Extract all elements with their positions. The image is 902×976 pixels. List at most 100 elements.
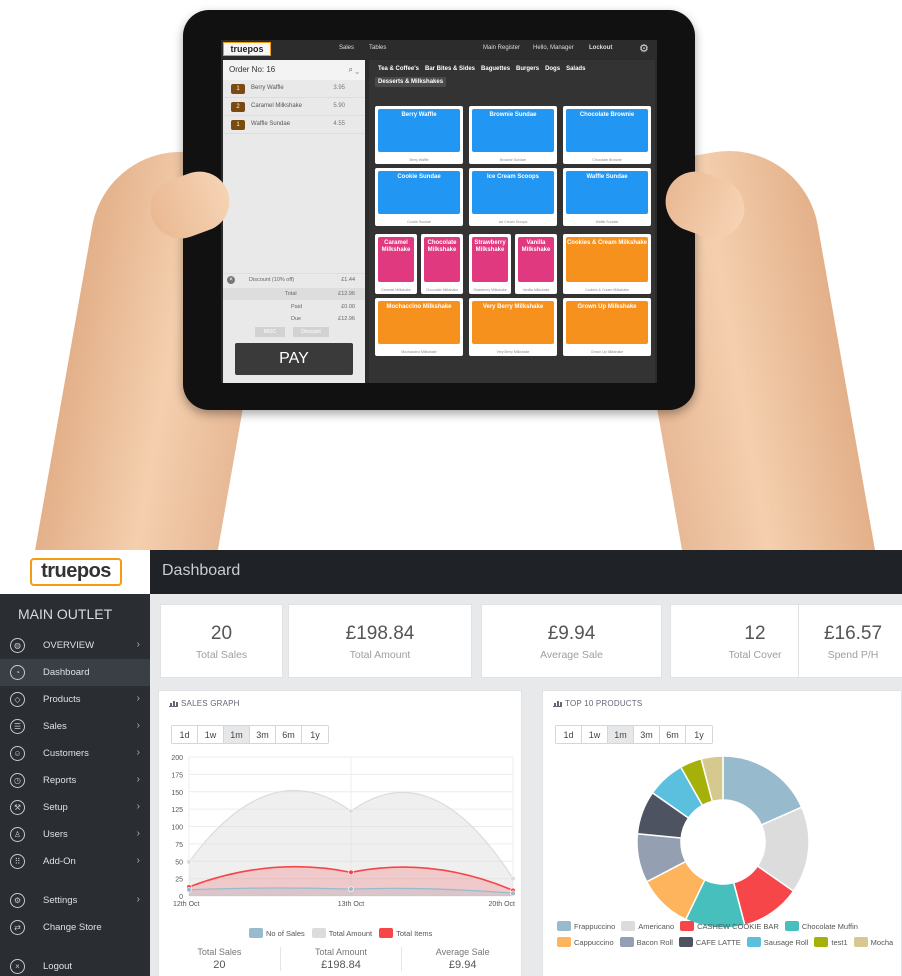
sidebar-item-label: Setup bbox=[43, 802, 68, 813]
sidebar-item-users[interactable]: ♙ Users › bbox=[0, 821, 150, 848]
summary-total-sales: Total Sales 20 bbox=[159, 947, 281, 971]
tablet-product-tile: Very Berry Milkshake Very Berry Milkshake bbox=[469, 298, 557, 356]
tablet-product-tile: Chocolate Brownie Chocolate Brownie bbox=[563, 106, 651, 164]
shuffle-icon: ⇄ bbox=[10, 920, 25, 935]
tablet-tile-caption: Very Berry Milkshake bbox=[496, 350, 530, 354]
stat-card-total-amount: £198.84 Total Amount bbox=[288, 604, 472, 678]
sidebar-item-label: Settings bbox=[43, 895, 78, 906]
outlet-name: MAIN OUTLET bbox=[18, 606, 113, 622]
range-6m-button[interactable]: 6m bbox=[276, 726, 302, 743]
speedometer-icon: ◔ bbox=[10, 665, 25, 680]
sidebar-item-logout[interactable]: × Logout bbox=[0, 953, 150, 976]
range-6m-button[interactable]: 6m bbox=[660, 726, 686, 743]
tablet-tile-label: Caramel Milkshake bbox=[378, 237, 414, 282]
tablet-product-tile: Vanilla Milkshake Vanilla Milkshake bbox=[515, 234, 557, 294]
tablet-screen: truepos Sales Tables Main Register Hello… bbox=[221, 40, 657, 383]
legend-label: Americano bbox=[638, 922, 675, 931]
range-1d-button[interactable]: 1d bbox=[556, 726, 582, 743]
gear-icon: ⚙ bbox=[10, 893, 25, 908]
page-title: Dashboard bbox=[162, 562, 241, 579]
main-content: 20 Total Sales £198.84 Total Amount £9.94 Ave… bbox=[150, 594, 902, 976]
tablet-tile-label: Grown Up Milkshake bbox=[566, 301, 648, 344]
products-legend: Frappuccino Americano CASHEW COOKIE BAR Cho… bbox=[557, 921, 901, 947]
sidebar-item-label: Dashboard bbox=[43, 667, 90, 678]
top-products-heading: TOP 10 PRODUCTS bbox=[553, 699, 642, 708]
stat-value: £16.57 bbox=[823, 623, 883, 644]
legend-item: Americano bbox=[621, 921, 674, 931]
legend-label: Chocolate Muffin bbox=[801, 922, 858, 931]
dashboard-app: truepos Dashboard MAIN OUTLET ◍ OVERVIEW ›… bbox=[0, 550, 902, 976]
tablet-misc-button: MISC bbox=[255, 327, 285, 337]
chevron-right-icon: › bbox=[136, 720, 140, 731]
tablet-product-tile: Cookie Sundae Cookie Sundae bbox=[375, 168, 463, 226]
legend-swatch bbox=[557, 937, 571, 947]
tablet-tile-label: Waffle Sundae bbox=[566, 171, 648, 214]
tablet-product-tile: Chocolate Milkshake Chocolate Milkshake bbox=[421, 234, 463, 294]
tablet-tile-caption: Caramel Milkshake bbox=[381, 288, 411, 292]
tablet-discount-row: × Discount (10% off) £1.44 bbox=[223, 273, 365, 287]
tablet-tile-caption: Cookies & Cream Milkshake bbox=[585, 288, 629, 292]
tablet-menu-panel: Tea & Coffee's Bar Bites & Sides Baguettes… bbox=[369, 60, 655, 383]
tablet-tile-caption: Grown Up Milkshake bbox=[590, 350, 624, 354]
tablet-tile-label: Very Berry Milkshake bbox=[472, 301, 554, 344]
legend-swatch bbox=[311, 928, 326, 938]
bar-chart-icon bbox=[553, 700, 562, 707]
range-1y-button[interactable]: 1y bbox=[302, 726, 328, 743]
stat-value: 20 bbox=[210, 623, 233, 644]
legend-item: test1 bbox=[814, 937, 848, 947]
page: truepos Sales Tables Main Register Hello… bbox=[0, 0, 902, 976]
stat-card-average-sale: £9.94 Average Sale bbox=[481, 604, 662, 678]
legend-item: Cappuccino bbox=[557, 937, 614, 947]
sidebar-item-customers[interactable]: ☺ Customers › bbox=[0, 740, 150, 767]
sidebar-item-label: Change Store bbox=[43, 922, 102, 933]
sidebar-item-add-on[interactable]: ⠿ Add-On › bbox=[0, 848, 150, 875]
tablet-line-qty: 1 bbox=[231, 84, 245, 94]
range-1y-button[interactable]: 1y bbox=[686, 726, 712, 743]
wrench-icon: ⚒ bbox=[10, 800, 25, 815]
summary-total-amount: Total Amount £198.84 bbox=[281, 947, 403, 971]
range-1d-button[interactable]: 1d bbox=[172, 726, 198, 743]
range-1m-button[interactable]: 1m bbox=[224, 726, 250, 743]
range-3m-button[interactable]: 3m bbox=[634, 726, 660, 743]
tablet-tile-label: Strawberry Milkshake bbox=[472, 237, 508, 282]
data-point bbox=[348, 869, 354, 876]
sidebar-item-setup[interactable]: ⚒ Setup › bbox=[0, 794, 150, 821]
grid-icon: ⠿ bbox=[10, 854, 25, 869]
globe-icon: ◍ bbox=[10, 638, 25, 653]
truepos-logo[interactable]: truepos bbox=[30, 558, 122, 586]
legend-label: CASHEW COOKIE BAR bbox=[697, 922, 779, 931]
tablet-line-name: Caramel Milkshake bbox=[251, 103, 303, 109]
sidebar-item-reports[interactable]: ◷ Reports › bbox=[0, 767, 150, 794]
tablet-tile-label: Chocolate Milkshake bbox=[424, 237, 460, 282]
tablet-tile-caption: Chocolate Brownie bbox=[592, 158, 622, 162]
user-icon: ♙ bbox=[10, 827, 25, 842]
sidebar-item-label: Customers bbox=[43, 748, 89, 759]
sales-summary: Total Sales 20 Total Amount £198.84 Averag… bbox=[159, 947, 523, 971]
sales-graph-panel: SALES GRAPH 1d 1w 1m 3m 6m 1y 0 25 50 75 100 125 15… bbox=[158, 690, 522, 976]
tablet-paid-row: Paid £0.00 bbox=[291, 304, 355, 310]
legend-label: Bacon Roll bbox=[636, 938, 673, 947]
sidebar-item-settings[interactable]: ⚙ Settings › bbox=[0, 887, 150, 914]
tablet-line-name: Waffle Sundae bbox=[251, 121, 291, 127]
clock-icon: ◷ bbox=[10, 773, 25, 788]
sidebar-item-products[interactable]: ◇ Products › bbox=[0, 686, 150, 713]
sidebar-item-change-store[interactable]: ⇄ Change Store bbox=[0, 914, 150, 941]
legend-label: CAFE LATTE bbox=[695, 938, 741, 947]
tablet-category-bar: Tea & Coffee's Bar Bites & Sides Baguettes… bbox=[375, 64, 651, 90]
tablet-tile-label: Cookies & Cream Milkshake bbox=[566, 237, 648, 282]
sidebar-item-dashboard[interactable]: ◔ Dashboard bbox=[0, 659, 150, 686]
sidebar-item-overview[interactable]: ◍ OVERVIEW › bbox=[0, 632, 150, 659]
top-products-donut bbox=[636, 755, 810, 929]
sidebar-item-sales[interactable]: ☰ Sales › bbox=[0, 713, 150, 740]
range-1m-button[interactable]: 1m bbox=[608, 726, 634, 743]
y-tick-label: 25 bbox=[175, 877, 183, 884]
sidebar-item-label: Products bbox=[43, 694, 81, 705]
range-1w-button[interactable]: 1w bbox=[582, 726, 608, 743]
products-range-selector: 1d 1w 1m 3m 6m 1y bbox=[555, 725, 713, 744]
stat-card-total-sales: 20 Total Sales bbox=[160, 604, 283, 678]
legend-item: Sausage Roll bbox=[746, 937, 808, 947]
range-1w-button[interactable]: 1w bbox=[198, 726, 224, 743]
tablet-product-tile: Caramel Milkshake Caramel Milkshake bbox=[375, 234, 417, 294]
chevron-right-icon: › bbox=[136, 828, 140, 839]
range-3m-button[interactable]: 3m bbox=[250, 726, 276, 743]
